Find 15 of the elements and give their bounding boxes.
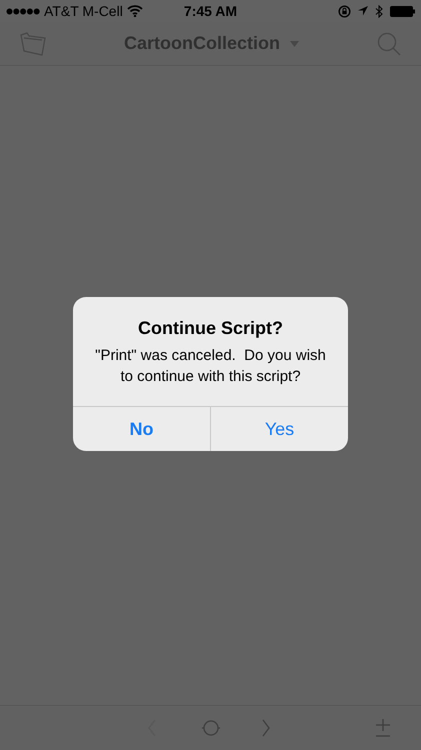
carrier-name: AT&T M-Cell xyxy=(44,3,123,19)
alert-message: "Print" was canceled. Do you wish to continue with this script? xyxy=(94,346,327,387)
rotation-lock-icon xyxy=(338,4,351,18)
location-arrow-icon xyxy=(358,6,368,16)
alert-button[interactable]: No xyxy=(73,407,210,451)
battery-icon xyxy=(390,6,415,16)
search-icon[interactable] xyxy=(377,32,401,56)
clock-time: 7:45 AM xyxy=(184,3,238,19)
wifi-icon xyxy=(126,5,143,17)
alert-button[interactable]: Yes xyxy=(210,407,348,451)
dropdown-caret-icon[interactable] xyxy=(290,40,299,46)
alert-title: Continue Script? xyxy=(137,317,284,339)
folder-icon[interactable] xyxy=(20,32,46,56)
bluetooth-icon xyxy=(375,4,383,18)
signal-icon xyxy=(6,8,40,14)
